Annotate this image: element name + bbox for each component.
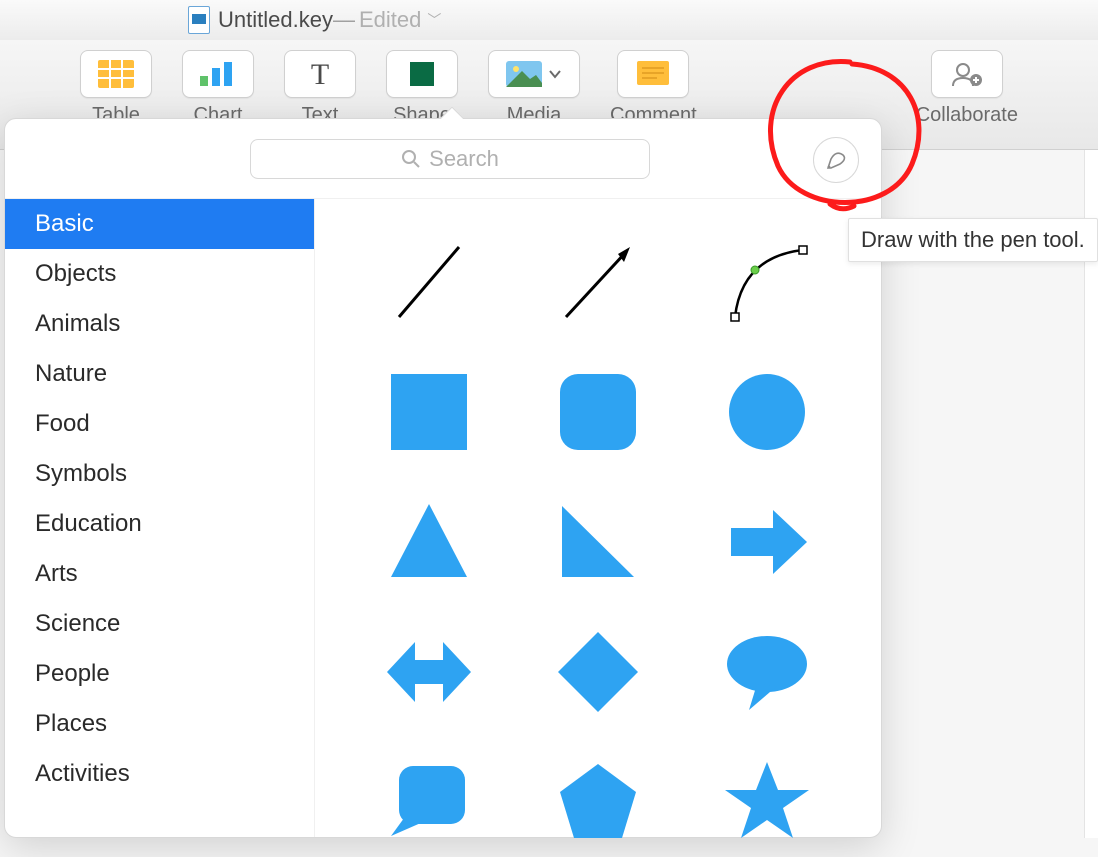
- shape-icon: [408, 60, 436, 88]
- sidebar-item-places[interactable]: Places: [5, 699, 314, 749]
- shape-square[interactable]: [379, 362, 479, 467]
- sidebar-item-education[interactable]: Education: [5, 499, 314, 549]
- media-tool[interactable]: Media: [488, 50, 580, 127]
- shape-curve-path[interactable]: [717, 232, 817, 337]
- document-filename: Untitled.key: [218, 7, 333, 33]
- shape-speech-bubble[interactable]: [717, 622, 817, 727]
- sidebar-item-food[interactable]: Food: [5, 399, 314, 449]
- sidebar-item-activities[interactable]: Activities: [5, 749, 314, 799]
- shape-category-sidebar: BasicObjectsAnimalsNatureFoodSymbolsEduc…: [5, 199, 315, 837]
- sidebar-item-basic[interactable]: Basic: [5, 199, 314, 249]
- shape-callout[interactable]: [379, 752, 479, 857]
- sidebar-item-nature[interactable]: Nature: [5, 349, 314, 399]
- comment-icon: [637, 61, 669, 87]
- text-tool[interactable]: T Text: [284, 50, 356, 127]
- text-icon: T: [306, 60, 334, 88]
- sidebar-item-science[interactable]: Science: [5, 599, 314, 649]
- table-tool[interactable]: Table: [80, 50, 152, 127]
- media-icon: [506, 61, 542, 87]
- shape-right-triangle[interactable]: [548, 492, 648, 597]
- popover-header: Search: [5, 119, 881, 199]
- shape-rounded-square[interactable]: [548, 362, 648, 467]
- search-placeholder: Search: [429, 146, 499, 172]
- search-input[interactable]: Search: [250, 139, 650, 179]
- sidebar-item-animals[interactable]: Animals: [5, 299, 314, 349]
- collaborate-label: Collaborate: [916, 104, 1018, 127]
- table-icon: [98, 60, 134, 88]
- document-icon: [188, 6, 210, 34]
- shape-pentagon[interactable]: [548, 752, 648, 857]
- sidebar-item-symbols[interactable]: Symbols: [5, 449, 314, 499]
- shapes-popover: Search BasicObjectsAnimalsNatureFoodSymb…: [4, 118, 882, 838]
- sidebar-item-objects[interactable]: Objects: [5, 249, 314, 299]
- shape-triangle[interactable]: [379, 492, 479, 597]
- titlebar-separator: —: [333, 7, 355, 33]
- shape-diamond[interactable]: [548, 622, 648, 727]
- pen-tool-tooltip: Draw with the pen tool.: [848, 218, 1098, 262]
- chart-tool[interactable]: Chart: [182, 50, 254, 127]
- shape-line[interactable]: [379, 232, 479, 337]
- shape-star[interactable]: [717, 752, 817, 857]
- pen-tool-button[interactable]: [813, 137, 859, 183]
- titlebar-menu-chevron-icon[interactable]: ﹀: [427, 10, 441, 30]
- collaborate-icon: [950, 60, 984, 88]
- chart-icon: [198, 60, 238, 88]
- sidebar-item-arts[interactable]: Arts: [5, 549, 314, 599]
- shape-arrow-right[interactable]: [717, 492, 817, 597]
- sidebar-item-people[interactable]: People: [5, 649, 314, 699]
- window-titlebar: Untitled.key — Edited ﹀: [0, 0, 1098, 40]
- comment-tool[interactable]: Comment: [610, 50, 697, 127]
- collaborate-tool[interactable]: Collaborate: [916, 50, 1018, 127]
- edited-label: Edited: [359, 7, 421, 33]
- search-icon: [401, 149, 421, 169]
- shapes-grid: [315, 199, 881, 837]
- shape-circle[interactable]: [717, 362, 817, 467]
- shape-arrow-line[interactable]: [548, 232, 648, 337]
- chevron-down-icon: [548, 67, 562, 81]
- popover-arrow: [439, 107, 463, 119]
- shape-arrow-both[interactable]: [379, 622, 479, 727]
- svg-text:T: T: [311, 60, 329, 88]
- pen-icon: [823, 147, 849, 173]
